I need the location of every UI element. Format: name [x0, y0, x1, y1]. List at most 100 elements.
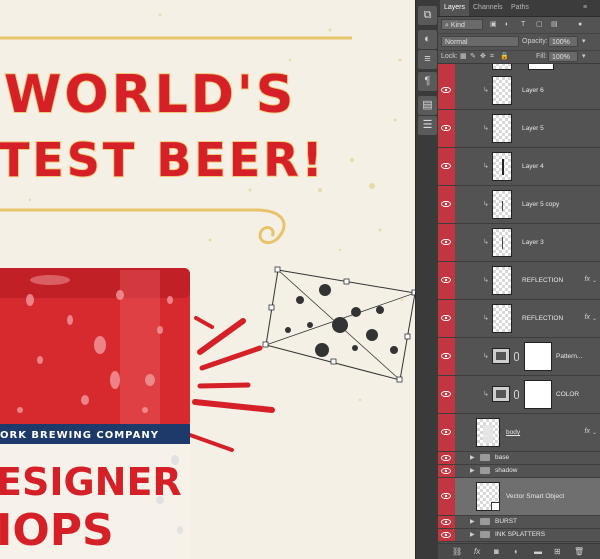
visibility-toggle[interactable]: [438, 110, 455, 147]
expand-group-icon[interactable]: ▶: [470, 518, 475, 525]
layer-row[interactable]: ↳ REFLECTION fx ⌄: [438, 300, 600, 338]
new-group-icon[interactable]: ▬: [534, 547, 542, 556]
lock-paint-icon[interactable]: ✎: [470, 51, 476, 62]
eye-icon: [441, 532, 451, 538]
panel-tabs: Layers Channels Paths ≡: [438, 0, 600, 17]
layer-row[interactable]: ▶ BURST: [438, 516, 600, 529]
fill-chevron-icon[interactable]: ▾: [582, 51, 586, 62]
opacity-chevron-icon[interactable]: ▾: [582, 36, 586, 47]
layer-row[interactable]: ↳ COLOR: [438, 376, 600, 414]
notes-icon[interactable]: ☰: [418, 116, 437, 135]
history-icon[interactable]: ⧉: [418, 6, 437, 25]
can-band-text: ORK BREWING COMPANY: [0, 430, 159, 441]
layer-row[interactable]: ↳ Layer 4: [438, 148, 600, 186]
filter-smart-icon[interactable]: ▤: [551, 20, 558, 29]
adjust-icon[interactable]: ◐: [418, 30, 437, 49]
layer-name: Vector Smart Object: [506, 493, 565, 500]
tab-layers[interactable]: Layers: [440, 0, 470, 16]
burst-rays: [188, 316, 275, 452]
eye-icon: [441, 87, 451, 93]
clip-arrow-icon: ↳: [483, 315, 489, 322]
visibility-toggle[interactable]: [438, 516, 455, 528]
visibility-toggle[interactable]: [438, 478, 455, 515]
layer-name: Layer 5: [522, 125, 544, 132]
layer-row[interactable]: ↳ Layer 5: [438, 110, 600, 148]
clip-arrow-icon: ↳: [483, 163, 489, 170]
filter-adjustment-icon[interactable]: ◐: [505, 20, 509, 29]
layer-name: shadow: [495, 467, 518, 474]
can-title-line1: ESIGNER: [0, 460, 182, 504]
visibility-toggle[interactable]: [438, 64, 455, 72]
fx-badge[interactable]: fx: [585, 276, 590, 283]
filter-shape-icon[interactable]: ▢: [536, 20, 543, 29]
blend-mode-select[interactable]: Normal: [441, 36, 519, 47]
filter-kind-select[interactable]: ⌕ Kind: [441, 19, 483, 30]
visibility-toggle[interactable]: [438, 300, 455, 337]
fill-layer-icon: [492, 348, 510, 364]
filter-type-icon[interactable]: T: [521, 20, 525, 29]
layer-row-selected[interactable]: Vector Smart Object: [438, 478, 600, 516]
visibility-toggle[interactable]: [438, 224, 455, 261]
expand-effects-icon[interactable]: ⌄: [592, 429, 597, 436]
layer-row[interactable]: ▶ INK SPLATTERS: [438, 529, 600, 542]
layer-row[interactable]: ↳ Layer 3: [438, 224, 600, 262]
eye-icon: [441, 493, 451, 499]
filter-toggle-icon[interactable]: ●: [578, 20, 582, 29]
visibility-toggle[interactable]: [438, 465, 455, 477]
clip-arrow-icon: ↳: [483, 277, 489, 284]
lock-move-icon[interactable]: ✥: [480, 51, 486, 62]
visibility-toggle[interactable]: [438, 262, 455, 299]
expand-group-icon[interactable]: ▶: [470, 467, 475, 474]
link-layers-icon[interactable]: ⛓: [452, 547, 462, 556]
fx-badge[interactable]: fx: [585, 314, 590, 321]
visibility-toggle[interactable]: [438, 376, 455, 413]
expand-effects-icon[interactable]: ⌄: [592, 277, 597, 284]
tab-channels[interactable]: Channels: [473, 0, 503, 16]
link-icon[interactable]: [514, 390, 519, 399]
visibility-toggle[interactable]: [438, 72, 455, 109]
lock-pixels-icon[interactable]: ▦: [460, 51, 467, 62]
link-icon[interactable]: [514, 352, 519, 361]
layer-row[interactable]: ▶ base: [438, 452, 600, 465]
new-layer-icon[interactable]: ⊞: [554, 547, 561, 556]
layer-row[interactable]: ▶ shadow: [438, 465, 600, 478]
visibility-toggle[interactable]: [438, 529, 455, 541]
layers-panel: Layers Channels Paths ≡ ⌕ Kind ▣ ◐ T ▢ ▤…: [438, 0, 600, 559]
lock-artboard-icon[interactable]: ⌗: [490, 51, 494, 62]
trash-icon[interactable]: 🗑: [574, 547, 584, 556]
layer-thumbnail: [492, 266, 512, 295]
panel-menu-icon[interactable]: ≡: [583, 0, 587, 16]
eye-icon: [441, 277, 451, 283]
layer-row[interactable]: ↳ Pattern...: [438, 338, 600, 376]
eye-icon: [441, 239, 451, 245]
add-style-icon[interactable]: fx: [474, 547, 480, 556]
expand-effects-icon[interactable]: ⌄: [592, 315, 597, 322]
layer-row[interactable]: body fx ⌄: [438, 414, 600, 452]
transform-box[interactable]: [262, 266, 415, 383]
tab-paths[interactable]: Paths: [511, 0, 529, 16]
visibility-toggle[interactable]: [438, 452, 455, 464]
document-canvas[interactable]: WORLD'S TEST BEER! ORK BREWING COMPANY E…: [0, 0, 415, 559]
add-mask-icon[interactable]: ◙: [494, 547, 499, 556]
opacity-field[interactable]: 100%: [548, 36, 578, 47]
visibility-toggle[interactable]: [438, 148, 455, 185]
new-adjustment-icon[interactable]: ◐: [514, 547, 519, 556]
fx-badge[interactable]: fx: [585, 428, 590, 435]
layer-thumbnail: [492, 304, 512, 333]
fill-field[interactable]: 100%: [548, 51, 578, 62]
lock-all-icon[interactable]: 🔒: [500, 51, 509, 62]
layers-icon[interactable]: ▤: [418, 96, 437, 115]
paragraph-icon[interactable]: ¶: [418, 72, 437, 91]
eye-icon: [441, 468, 451, 474]
filter-pixel-icon[interactable]: ▣: [490, 20, 497, 29]
visibility-toggle[interactable]: [438, 186, 455, 223]
layer-row[interactable]: ↳ REFLECTION fx ⌄: [438, 262, 600, 300]
sliders-icon[interactable]: ≡: [418, 50, 437, 69]
layer-name: Layer 6: [522, 87, 544, 94]
expand-group-icon[interactable]: ▶: [470, 531, 475, 538]
expand-group-icon[interactable]: ▶: [470, 454, 475, 461]
layer-row[interactable]: ↳ Layer 6: [438, 72, 600, 110]
visibility-toggle[interactable]: [438, 414, 455, 451]
layer-row[interactable]: ↳ Layer 5 copy: [438, 186, 600, 224]
visibility-toggle[interactable]: [438, 338, 455, 375]
